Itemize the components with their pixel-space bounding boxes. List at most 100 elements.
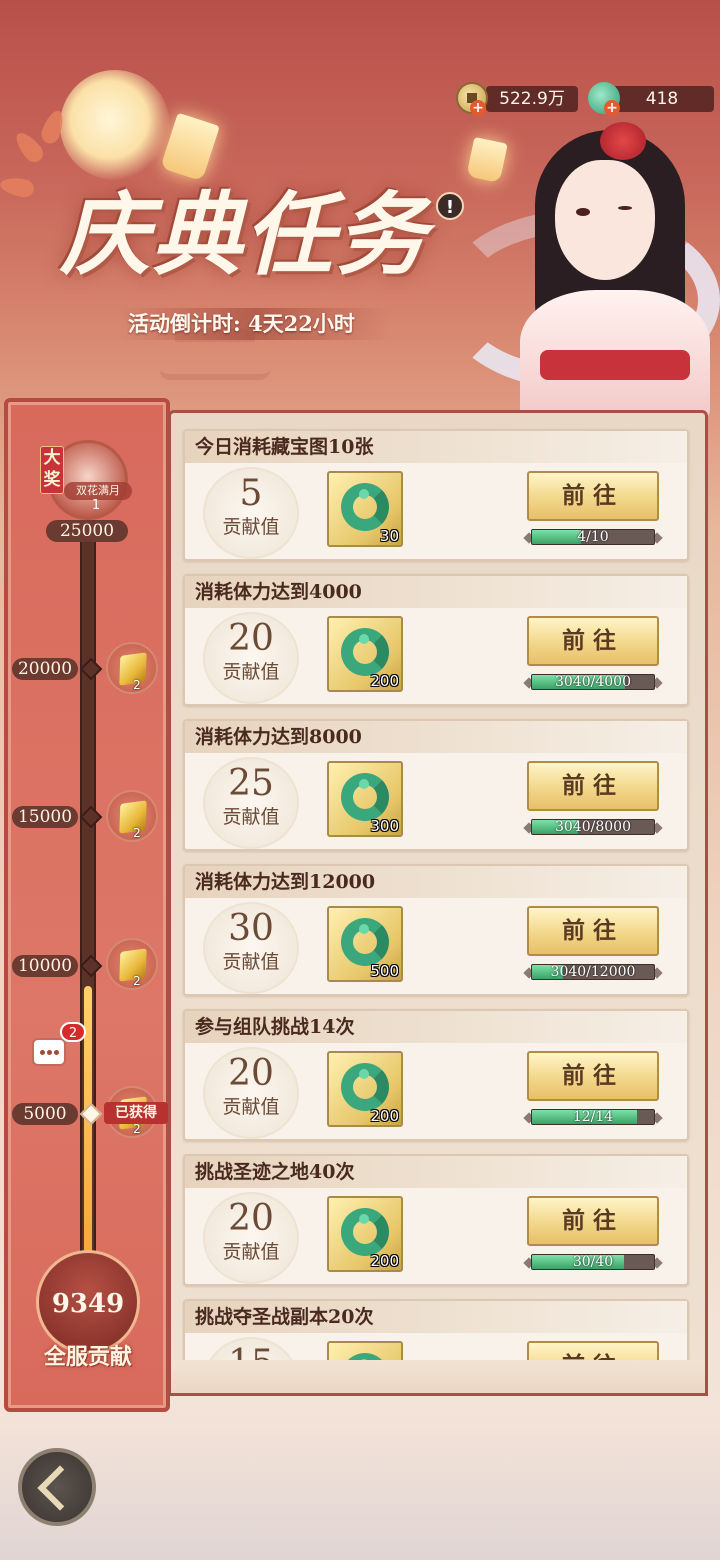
task-title: 挑战夺圣战副本20次 — [185, 1301, 687, 1333]
milestone-reward-gold-icon[interactable]: 2 — [106, 642, 158, 694]
maple-leaf-icon — [0, 175, 36, 199]
reward-item[interactable]: 300 — [327, 761, 403, 837]
task-title: 消耗体力达到4000 — [185, 576, 687, 608]
go-button[interactable]: 前往 — [527, 1341, 659, 1361]
task-list[interactable]: 今日消耗藏宝图10张 5 贡献值 30 前往 4/10 消耗体力达到4000 2… — [168, 410, 708, 1396]
milestone-value: 15000 — [12, 806, 78, 828]
milestone-reward-gold-icon[interactable]: 2 — [106, 938, 158, 990]
moon-decoration — [60, 70, 170, 180]
contribution-points: 20 — [228, 1198, 274, 1239]
task-title: 消耗体力达到12000 — [185, 866, 687, 898]
go-button[interactable]: 前往 — [527, 1051, 659, 1101]
task-progress-bar: 4/10 — [531, 529, 655, 545]
jade-dragon-icon — [341, 773, 389, 821]
milestone-value: 20000 — [12, 658, 78, 680]
character-sash — [540, 350, 690, 380]
milestone-value: 10000 — [12, 955, 78, 977]
grand-prize-threshold: 25000 — [46, 520, 128, 542]
grand-prize-count: 1 — [91, 498, 101, 513]
jade-balance: 418 — [610, 86, 714, 112]
contribution-points: 15 — [203, 1343, 299, 1361]
server-contribution-label: 全服贡献 — [43, 1344, 132, 1370]
reward-item[interactable] — [327, 1341, 403, 1361]
task-card: 消耗体力达到4000 20 贡献值 200 前往 3040/4000 — [183, 574, 689, 706]
character-eye — [576, 208, 590, 216]
contribution-label: 贡献值 — [222, 516, 280, 538]
coin-balance: 522.9万 — [486, 86, 578, 112]
chat-notification-badge: 2 — [60, 1022, 86, 1042]
task-list-scroll[interactable]: 今日消耗藏宝图10张 5 贡献值 30 前往 4/10 消耗体力达到4000 2… — [171, 413, 705, 1361]
jade-dragon-icon — [341, 1208, 389, 1256]
task-progress-text: 3040/12000 — [550, 964, 636, 980]
reward-item[interactable]: 200 — [327, 1196, 403, 1272]
back-button[interactable] — [18, 1448, 96, 1526]
reward-quantity: 300 — [370, 817, 399, 835]
reward-item[interactable]: 200 — [327, 1051, 403, 1127]
contribution-points: 20 — [228, 1053, 274, 1094]
river-decoration — [0, 1420, 720, 1560]
add-jade-icon[interactable]: + — [604, 100, 620, 116]
reward-item[interactable]: 200 — [327, 616, 403, 692]
info-icon[interactable]: ! — [436, 192, 464, 220]
task-progress-bar: 3040/4000 — [531, 674, 655, 690]
pagoda-decoration — [160, 328, 270, 380]
task-progress-text: 4/10 — [577, 529, 609, 545]
milestone-value: 5000 — [12, 1103, 78, 1125]
contribution-label: 贡献值 — [222, 806, 280, 828]
task-card: 挑战夺圣战副本20次 15 贡献值 前往 — [183, 1299, 689, 1361]
reward-quantity: 500 — [370, 962, 399, 980]
sky-lantern-icon — [466, 136, 508, 184]
obtained-badge: 已获得 — [104, 1102, 168, 1124]
task-progress-text: 12/14 — [572, 1109, 614, 1125]
jade-dragon-icon — [341, 628, 389, 676]
reward-count: 2 — [133, 678, 141, 692]
red-flower-hairpin — [600, 122, 646, 160]
contribution-label: 贡献值 — [222, 1096, 280, 1118]
jade-dragon-icon — [341, 483, 389, 531]
page-title: 庆典任务 — [60, 182, 428, 288]
task-card: 参与组队挑战14次 20 贡献值 200 前往 12/14 — [183, 1009, 689, 1141]
task-list-footer — [168, 1360, 708, 1396]
task-progress-bar: 30/40 — [531, 1254, 655, 1270]
add-coins-icon[interactable]: + — [470, 100, 486, 116]
reward-count: 2 — [133, 1122, 141, 1136]
milestone-reward-gold-icon[interactable]: 2 — [106, 790, 158, 842]
go-button[interactable]: 前往 — [527, 471, 659, 521]
reward-item[interactable]: 30 — [327, 471, 403, 547]
task-progress-text: 3040/8000 — [555, 819, 631, 835]
task-card: 消耗体力达到8000 25 贡献值 300 前往 3040/8000 — [183, 719, 689, 851]
character-face — [555, 160, 655, 280]
task-title: 挑战圣迹之地40次 — [185, 1156, 687, 1188]
chat-bubble-icon[interactable] — [32, 1038, 66, 1066]
task-card: 今日消耗藏宝图10张 5 贡献值 30 前往 4/10 — [183, 429, 689, 561]
task-progress-text: 30/40 — [572, 1254, 614, 1270]
jade-dragon-icon — [341, 918, 389, 966]
task-card: 消耗体力达到12000 30 贡献值 500 前往 3040/12000 — [183, 864, 689, 996]
character-eye-wink — [618, 206, 632, 210]
reward-count: 2 — [133, 826, 141, 840]
task-progress-bar: 12/14 — [531, 1109, 655, 1125]
task-title: 消耗体力达到8000 — [185, 721, 687, 753]
go-button[interactable]: 前往 — [527, 761, 659, 811]
go-button[interactable]: 前往 — [527, 1196, 659, 1246]
reward-quantity: 200 — [370, 1252, 399, 1270]
task-card: 挑战圣迹之地40次 20 贡献值 200 前往 30/40 — [183, 1154, 689, 1286]
contribution-points: 5 — [239, 473, 263, 514]
contribution-points: 25 — [228, 763, 274, 804]
task-title: 参与组队挑战14次 — [185, 1011, 687, 1043]
go-button[interactable]: 前往 — [527, 906, 659, 956]
contribution-label: 贡献值 — [222, 951, 280, 973]
task-title: 今日消耗藏宝图10张 — [185, 431, 687, 463]
contribution-label: 贡献值 — [222, 1241, 280, 1263]
go-button[interactable]: 前往 — [527, 616, 659, 666]
reward-quantity: 200 — [370, 1107, 399, 1125]
contribution-points: 30 — [228, 908, 274, 949]
reward-quantity: 30 — [379, 527, 399, 545]
event-countdown: 活动倒计时: 4天22小时 — [120, 308, 390, 340]
reward-quantity: 200 — [370, 672, 399, 690]
contribution-label: 贡献值 — [222, 661, 280, 683]
reward-item[interactable]: 500 — [327, 906, 403, 982]
jade-dragon-icon — [341, 1063, 389, 1111]
task-progress-text: 3040/4000 — [555, 674, 631, 690]
grand-prize-tag: 大奖 — [40, 446, 64, 494]
